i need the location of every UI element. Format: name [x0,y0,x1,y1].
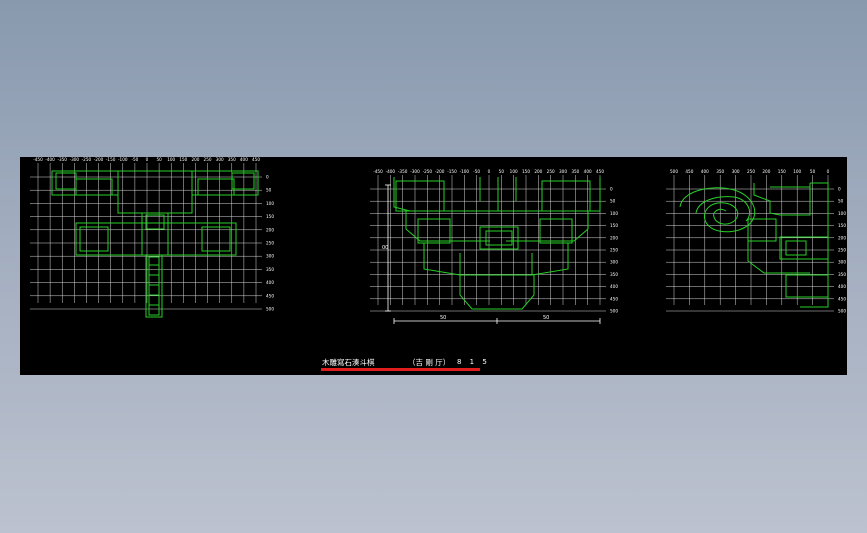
width-dimension-right: 50 [543,315,549,321]
view1-x-tick-label: 250 [204,157,212,162]
cad-drawing: -450 -400 -350 -300 -250 -200 -150 -100 -50 0 50 10… [30,157,846,324]
view3-x-tick-label: 500 [670,169,678,174]
width-dimension-left: 50 [440,315,446,321]
view3-x-tick-label: 150 [778,169,786,174]
view3-x-tick-label: 300 [732,169,740,174]
view3-y-tick-label: 500 [838,309,846,314]
view2-x-tick-label: 100 [510,169,518,174]
view3-side-outline [679,182,829,308]
view2-grid: -450 -400 -350 -300 -250 -200 -150 -100 -50 0 50 10… [370,169,618,314]
view2-y-tick-label: 50 [610,199,616,204]
view2-y-tick-label: 500 [610,309,618,314]
view2-y-tick-label: 400 [610,284,618,289]
view1-x-tick-label: -450 [33,157,43,162]
view1-x-tick-label: -400 [45,157,55,162]
view3-y-tick-label: 300 [838,260,846,265]
view2-elevation-outline [385,177,601,324]
view3-x-tick-label: 200 [762,169,770,174]
view3-y-tick-label: 200 [838,235,846,240]
view2-x-tick-label: 450 [596,169,604,174]
view2-x-tick-label: 0 [488,169,491,174]
view2-y-tick-label: 200 [610,235,618,240]
view3-y-tick-label: 150 [838,223,846,228]
view1-y-tick-label: 450 [266,293,274,298]
view1-x-tick-label: -150 [106,157,116,162]
view3-y-tick-label: 0 [838,187,841,192]
drawing-subtitle: （吉 剛 厅） [408,358,451,367]
title-underline [321,368,480,371]
view1-y-tick-label: 100 [266,201,274,206]
view3-y-tick-label: 250 [838,248,846,253]
view2-x-tick-label: -350 [398,169,408,174]
view2-x-tick-label: 200 [534,169,542,174]
view1-x-tick-label: 200 [191,157,199,162]
drawing-title: 木雕寫石湊斗棋 [322,358,375,367]
view2-y-tick-label: 100 [610,211,618,216]
view2-x-tick-label: 350 [571,169,579,174]
view2-x-tick-label: 300 [559,169,567,174]
view2-x-tick-label: -200 [435,169,445,174]
view2-x-tick-label: -450 [373,169,383,174]
view3-x-tick-label: 450 [685,169,693,174]
view3-y-tick-label: 450 [838,296,846,301]
view2-y-tick-label: 0 [610,187,613,192]
view2-x-tick-label: -50 [473,169,480,174]
view1-y-tick-label: 200 [266,227,274,232]
view1-y-tick-label: 400 [266,280,274,285]
view1-y-tick-label: 350 [266,267,274,272]
view2-x-tick-label: 150 [522,169,530,174]
view1-x-tick-label: 300 [216,157,224,162]
view3-x-tick-label: 250 [747,169,755,174]
view2-y-tick-label: 300 [610,260,618,265]
view3-x-tick-label: 400 [701,169,709,174]
view1-grid: -450 -400 -350 -300 -250 -200 -150 -100 -50 0 50 10… [30,157,274,312]
view3-x-tick-label: 0 [827,169,830,174]
view1-x-tick-label: -50 [131,157,138,162]
height-dimension-label: 00 [382,245,388,251]
view1-x-tick-label: -250 [82,157,92,162]
view1-x-tick-label: 150 [179,157,187,162]
view1-x-tick-label: -100 [118,157,128,162]
view2-y-tick-label: 150 [610,223,618,228]
view1-plan-outline [51,170,259,318]
view2-x-tick-label: -100 [460,169,470,174]
drawing-number: 8 1 5 [457,358,490,366]
view2-x-tick-label: 50 [499,169,505,174]
view2-y-tick-label: 350 [610,272,618,277]
view1-y-tick-label: 250 [266,241,274,246]
view3-x-tick-label: 350 [716,169,724,174]
view1-x-tick-label: 50 [156,157,162,162]
view1-y-tick-label: 0 [266,175,269,180]
view3-y-tick-label: 400 [838,284,846,289]
view2-x-tick-label: -400 [386,169,396,174]
title-block: 木雕寫石湊斗棋 （吉 剛 厅） 8 1 5 [320,357,500,371]
view1-x-tick-label: -200 [94,157,104,162]
view3-y-tick-label: 350 [838,272,846,277]
view2-x-tick-label: -300 [410,169,420,174]
view1-x-tick-label: 450 [252,157,260,162]
view1-x-tick-label: 100 [167,157,175,162]
view1-y-tick-label: 300 [266,254,274,259]
view1-x-tick-label: 0 [146,157,149,162]
view3-y-tick-label: 100 [838,211,846,216]
view1-x-tick-label: 400 [240,157,248,162]
view2-x-tick-label: -250 [423,169,433,174]
view2-x-tick-label: 250 [547,169,555,174]
view1-y-tick-label: 500 [266,307,274,312]
view3-x-tick-label: 50 [810,169,816,174]
view3-x-tick-label: 100 [793,169,801,174]
view1-y-tick-label: 50 [266,188,272,193]
view1-x-tick-label: 350 [228,157,236,162]
view1-x-tick-label: -300 [70,157,80,162]
view1-y-tick-label: 150 [266,214,274,219]
view2-y-tick-label: 450 [610,296,618,301]
view1-x-tick-label: -350 [57,157,67,162]
view3-y-tick-label: 50 [838,199,844,204]
drawing-canvas: -450 -400 -350 -300 -250 -200 -150 -100 -50 0 50 10… [20,157,847,375]
view2-x-tick-label: 400 [584,169,592,174]
view2-y-tick-label: 250 [610,248,618,253]
view2-x-tick-label: -150 [447,169,457,174]
